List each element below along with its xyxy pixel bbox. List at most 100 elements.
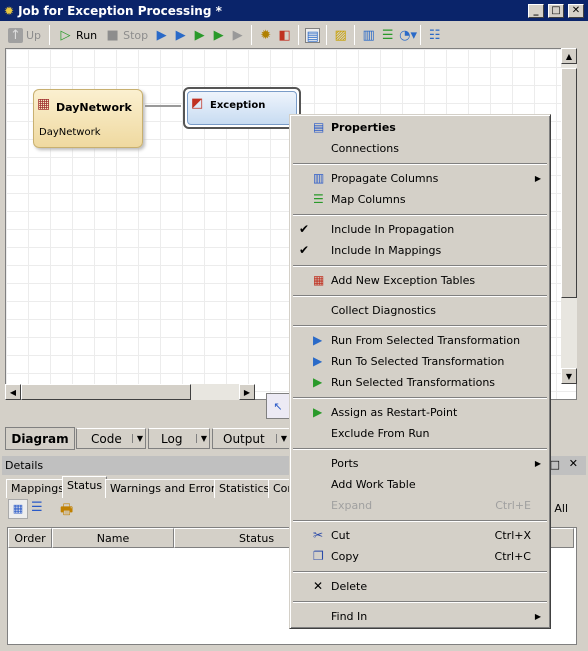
close-icon[interactable]: ✕ xyxy=(569,457,578,470)
divider xyxy=(326,25,328,45)
menu-separator xyxy=(293,597,547,606)
horizontal-scrollbar[interactable]: ◀ ▶ xyxy=(5,384,255,400)
context-menu: ▤ Properties Connections ▥ Propagate Columns… xyxy=(289,114,551,629)
tab-output[interactable]: Output ▼ xyxy=(212,428,290,449)
scroll-thumb[interactable] xyxy=(561,68,577,298)
menu-item-label: Exclude From Run xyxy=(331,427,430,440)
node-exception[interactable]: ◩ Exception xyxy=(183,87,301,129)
tab-warnings-and-errors[interactable]: Warnings and Errors xyxy=(105,479,227,498)
run-selected-icon: ▶ xyxy=(313,375,323,389)
menu-item-run-from-selected-transformation[interactable]: ▶ Run From Selected Transformation xyxy=(293,330,547,351)
chevron-down-icon[interactable]: ▼ xyxy=(275,434,287,443)
map-columns-icon: ☰ xyxy=(313,192,324,206)
stop-icon: ■ xyxy=(106,27,119,43)
menu-item-label: Run To Selected Transformation xyxy=(331,355,505,368)
menu-item-ports[interactable]: Ports ▶ xyxy=(293,453,547,474)
connection-line xyxy=(145,105,181,107)
print-icon[interactable]: 🖶 xyxy=(60,499,73,523)
menu-separator xyxy=(293,444,547,453)
grid-view-icon[interactable]: ▦ xyxy=(8,499,28,519)
menu-item-add-work-table[interactable]: Add Work Table xyxy=(293,474,547,495)
menu-item-run-to-selected-transformation[interactable]: ▶ Run To Selected Transformation xyxy=(293,351,547,372)
select-tool-button[interactable]: ↖ xyxy=(266,393,290,419)
maximize-button[interactable]: □ xyxy=(548,3,564,18)
tab-status[interactable]: Status xyxy=(62,476,108,498)
run-selected-step-icon[interactable]: ▶ xyxy=(211,28,226,43)
menu-item-run-selected-transformations[interactable]: ▶ Run Selected Transformations xyxy=(293,372,547,393)
menu-item-properties[interactable]: ▤ Properties xyxy=(293,117,547,138)
node-daynetwork[interactable]: ▦ DayNetwork DayNetwork xyxy=(33,89,143,148)
details-view-icon[interactable]: ▤ xyxy=(305,27,321,44)
menu-item-label: Copy xyxy=(331,550,359,563)
chevron-down-icon[interactable]: ▼ xyxy=(195,434,207,443)
menu-item-label: Run From Selected Transformation xyxy=(331,334,521,347)
menu-item-propagate-columns[interactable]: ▥ Propagate Columns ▶ xyxy=(293,168,547,189)
menu-item-spacer xyxy=(293,609,331,624)
menu-item-cut[interactable]: ✂ Cut Ctrl+X xyxy=(293,525,547,546)
step-icon[interactable]: ▶ xyxy=(230,28,245,43)
menu-item-expand[interactable]: Expand Ctrl+E xyxy=(293,495,547,516)
menu-item-find-in[interactable]: Find In ▶ xyxy=(293,606,547,627)
scissors-icon: ✂ xyxy=(313,528,324,542)
properties-icon: ▤ xyxy=(313,120,325,134)
submenu-arrow-icon: ▶ xyxy=(534,459,541,468)
column-header-name[interactable]: Name xyxy=(52,528,174,548)
maximize-icon[interactable]: □ xyxy=(550,458,560,471)
map-columns-icon[interactable]: ☰ xyxy=(380,28,395,43)
list-view-icon[interactable]: ☰ xyxy=(31,500,43,515)
run-selected-icon[interactable]: ▶ xyxy=(192,28,207,43)
menu-item-label: Expand xyxy=(331,499,373,512)
menu-item-label: Assign as Restart-Point xyxy=(331,406,458,419)
menu-item-collect-diagnostics[interactable]: Collect Diagnostics xyxy=(293,300,547,321)
menu-separator xyxy=(293,210,547,219)
checkmark-icon: ✔ xyxy=(299,222,310,236)
tab-diagram[interactable]: Diagram xyxy=(5,427,75,450)
menu-item-copy[interactable]: ❐ Copy Ctrl+C xyxy=(293,546,547,567)
tab-statistics[interactable]: Statistics xyxy=(214,479,275,498)
vertical-scrollbar[interactable]: ▲ ▼ xyxy=(561,48,577,384)
submenu-arrow-icon: ▶ xyxy=(534,174,541,183)
list-icon[interactable]: ☷ xyxy=(427,28,442,43)
gear-icon: ✹ xyxy=(4,3,15,18)
scroll-up-button[interactable]: ▲ xyxy=(561,48,577,64)
menu-item-include-in-propagation[interactable]: ✔ Include In Propagation xyxy=(293,219,547,240)
status-icon[interactable]: ◧ xyxy=(277,28,292,43)
run-button[interactable]: ▷ Run xyxy=(56,25,99,45)
minimize-button[interactable]: _ xyxy=(528,3,544,18)
scroll-left-button[interactable]: ◀ xyxy=(5,384,21,400)
menu-item-label: Include In Propagation xyxy=(331,223,455,236)
run-to-icon[interactable]: ▶ xyxy=(173,28,188,43)
up-button[interactable]: ↑ Up xyxy=(6,25,43,45)
table-icon: ▦ xyxy=(37,96,51,112)
tab-log[interactable]: Log ▼ xyxy=(148,428,210,449)
scroll-right-button[interactable]: ▶ xyxy=(239,384,255,400)
copy-icon: ❐ xyxy=(313,549,324,563)
menu-item-label: Collect Diagnostics xyxy=(331,304,436,317)
stop-button[interactable]: ■ Stop xyxy=(103,25,150,45)
menu-item-assign-as-restart-point[interactable]: ▶ Assign as Restart-Point xyxy=(293,402,547,423)
close-button[interactable]: ✕ xyxy=(568,3,584,18)
menu-item-map-columns[interactable]: ☰ Map Columns xyxy=(293,189,547,210)
scroll-thumb[interactable] xyxy=(21,384,191,400)
menu-item-delete[interactable]: ✕ Delete xyxy=(293,576,547,597)
propagate-columns-icon: ▥ xyxy=(313,171,325,185)
column-header-order[interactable]: Order xyxy=(8,528,52,548)
divider xyxy=(251,25,253,45)
note-icon[interactable]: ▨ xyxy=(333,28,348,43)
diagnostics-icon[interactable]: ✹ xyxy=(258,28,273,43)
run-from-icon[interactable]: ▶ xyxy=(154,28,169,43)
run-to-icon: ▶ xyxy=(313,354,323,368)
tab-code[interactable]: Code ▼ xyxy=(76,428,146,449)
menu-item-connections[interactable]: Connections xyxy=(293,138,547,159)
layout-dropdown-icon[interactable]: ◔▾ xyxy=(399,28,417,43)
menu-item-exclude-from-run[interactable]: Exclude From Run xyxy=(293,423,547,444)
toolbar: ↑ Up ▷ Run ■ Stop ▶ ▶ ▶ ▶ ▶ ✹ ◧ ▤ ▨ ▥ ☰ ◔▾ … xyxy=(0,23,588,47)
columns-icon[interactable]: ▥ xyxy=(361,28,376,43)
scroll-down-button[interactable]: ▼ xyxy=(561,368,577,384)
tab-mappings[interactable]: Mappings xyxy=(6,479,69,498)
run-from-icon: ▶ xyxy=(313,333,323,347)
chevron-down-icon[interactable]: ▼ xyxy=(131,434,143,443)
menu-item-add-new-exception-tables[interactable]: ▦ Add New Exception Tables xyxy=(293,270,547,291)
menu-item-spacer xyxy=(293,477,331,492)
menu-item-include-in-mappings[interactable]: ✔ Include In Mappings xyxy=(293,240,547,261)
